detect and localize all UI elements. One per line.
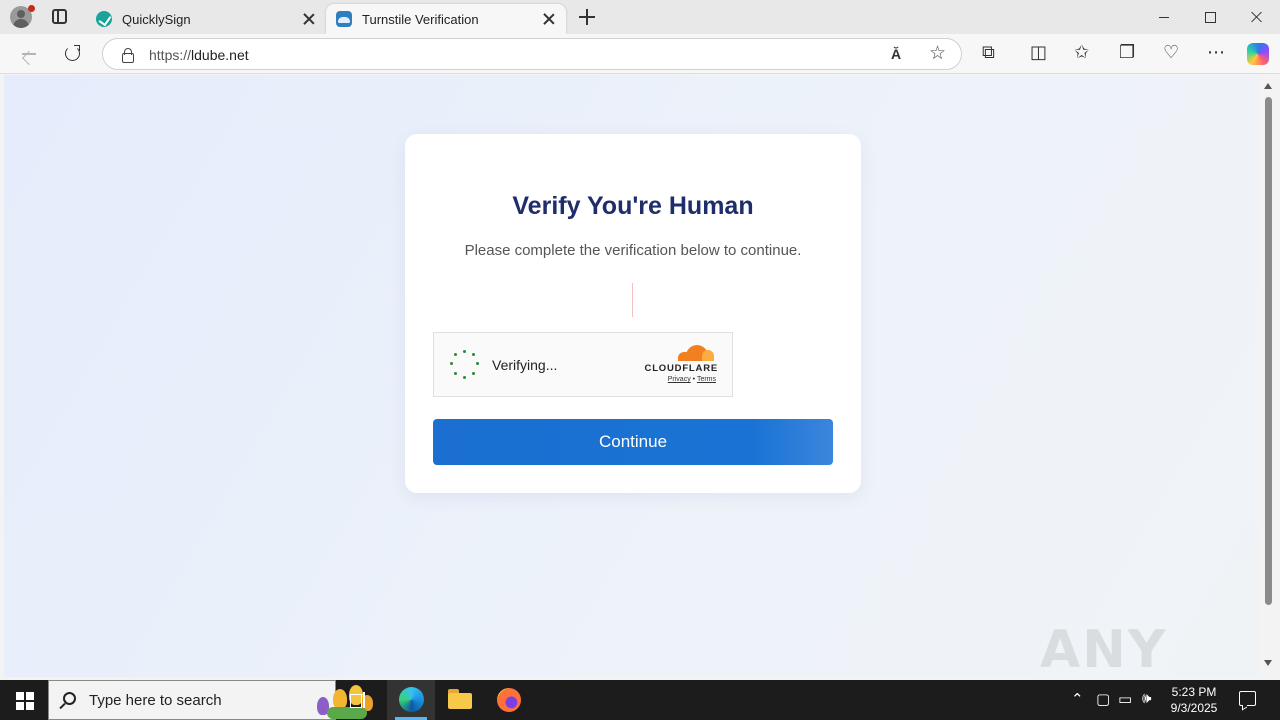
tab-quicklysign[interactable]: QuicklySign xyxy=(86,4,326,34)
refresh-icon[interactable] xyxy=(63,44,83,64)
cloudflare-logo: CLOUDFLARE Privacy • Terms xyxy=(640,345,718,385)
task-view-icon[interactable] xyxy=(350,692,368,708)
lock-icon[interactable] xyxy=(121,48,134,63)
address-bar[interactable]: https://ldube.net Ă ☆ xyxy=(102,38,962,70)
windows-taskbar: Type here to search ⌃ ▢ ▭ 🕪 5:23 PM 9/3/… xyxy=(0,680,1280,720)
terms-link[interactable]: Terms xyxy=(697,376,716,383)
network-icon[interactable]: ▭ xyxy=(1118,690,1132,708)
volume-icon[interactable]: 🕪 xyxy=(1142,690,1151,707)
page-subtitle: Please complete the verification below t… xyxy=(464,242,802,259)
tulips-search-highlight-icon xyxy=(311,683,381,719)
new-tab-plus-icon[interactable] xyxy=(578,8,596,26)
favorite-star-icon[interactable]: ☆ xyxy=(929,42,946,65)
vertical-scrollbar[interactable] xyxy=(1260,75,1276,677)
cloudflare-favicon-icon xyxy=(336,11,352,27)
url-text[interactable]: https://ldube.net xyxy=(149,47,249,63)
read-aloud-icon[interactable]: Ă xyxy=(891,46,901,62)
split-screen-icon[interactable]: ◫ xyxy=(1030,42,1047,63)
tab-strip: QuicklySign Turnstile Verification xyxy=(0,0,1280,34)
verifying-status: Verifying... xyxy=(492,357,558,373)
windows-start-icon[interactable] xyxy=(16,692,34,710)
taskbar-search-box[interactable]: Type here to search xyxy=(48,680,373,720)
close-window-button[interactable] xyxy=(1234,0,1280,34)
continue-button[interactable]: Continue xyxy=(433,419,833,465)
cloudflare-wordmark: CLOUDFLARE xyxy=(644,363,718,374)
cloudflare-links: Privacy • Terms xyxy=(640,376,716,383)
anyrun-watermark: ANY RUN xyxy=(1040,620,1168,677)
more-menu-icon[interactable]: ⋯ xyxy=(1207,42,1225,63)
taskbar-clock[interactable]: 5:23 PM 9/3/2025 xyxy=(1164,684,1224,716)
page-title: Verify You're Human xyxy=(512,192,754,220)
scrollbar-thumb[interactable] xyxy=(1265,97,1272,605)
notification-center-icon[interactable] xyxy=(1239,691,1256,706)
loading-spinner-icon xyxy=(450,350,480,380)
cloudflare-cloud-icon xyxy=(678,345,714,361)
tab-close-icon[interactable] xyxy=(542,12,556,26)
favorites-icon[interactable]: ✩ xyxy=(1074,42,1089,63)
link-separator: • xyxy=(692,376,696,383)
profile-notification-dot xyxy=(28,5,35,12)
quicklysign-favicon-icon xyxy=(96,11,112,27)
privacy-link[interactable]: Privacy xyxy=(668,376,691,383)
clock-date: 9/3/2025 xyxy=(1170,701,1218,715)
collections-icon[interactable]: ❐ xyxy=(1119,42,1135,63)
minimize-button[interactable] xyxy=(1141,0,1187,34)
tab-close-icon[interactable] xyxy=(302,12,316,26)
extensions-puzzle-icon[interactable]: ⧉ xyxy=(982,42,995,63)
search-placeholder: Type here to search xyxy=(89,692,222,709)
tab-turnstile-verification[interactable]: Turnstile Verification xyxy=(326,4,566,34)
show-hidden-icons-chevron-icon[interactable]: ⌃ xyxy=(1071,690,1084,708)
device-tray-icon[interactable]: ▢ xyxy=(1096,690,1110,708)
restore-button[interactable] xyxy=(1187,0,1233,34)
clock-time: 5:23 PM xyxy=(1171,685,1217,699)
firefox-icon[interactable] xyxy=(497,688,521,712)
scroll-down-arrow-icon[interactable] xyxy=(1264,660,1272,666)
edge-taskbar-icon[interactable] xyxy=(387,680,435,720)
turnstile-widget[interactable]: Verifying... CLOUDFLARE Privacy • Terms xyxy=(433,332,733,397)
browser-essentials-heart-icon[interactable]: ♡ xyxy=(1163,42,1179,63)
tab-title: QuicklySign xyxy=(122,11,191,27)
browser-toolbar: https://ldube.net Ă ☆ ⧉ ◫ ✩ ❐ ♡ ⋯ xyxy=(0,34,1280,74)
tab-title: Turnstile Verification xyxy=(362,11,479,27)
scroll-up-arrow-icon[interactable] xyxy=(1264,83,1272,89)
tab-actions-icon[interactable] xyxy=(52,9,67,24)
text-cursor xyxy=(632,283,633,317)
search-icon xyxy=(63,692,76,705)
back-arrow-icon[interactable] xyxy=(18,44,38,64)
verification-card: Verify You're Human Please complete the … xyxy=(405,134,861,493)
file-explorer-icon[interactable] xyxy=(448,689,472,709)
page-viewport: Verify You're Human Please complete the … xyxy=(4,75,1260,677)
copilot-icon[interactable] xyxy=(1247,43,1269,65)
